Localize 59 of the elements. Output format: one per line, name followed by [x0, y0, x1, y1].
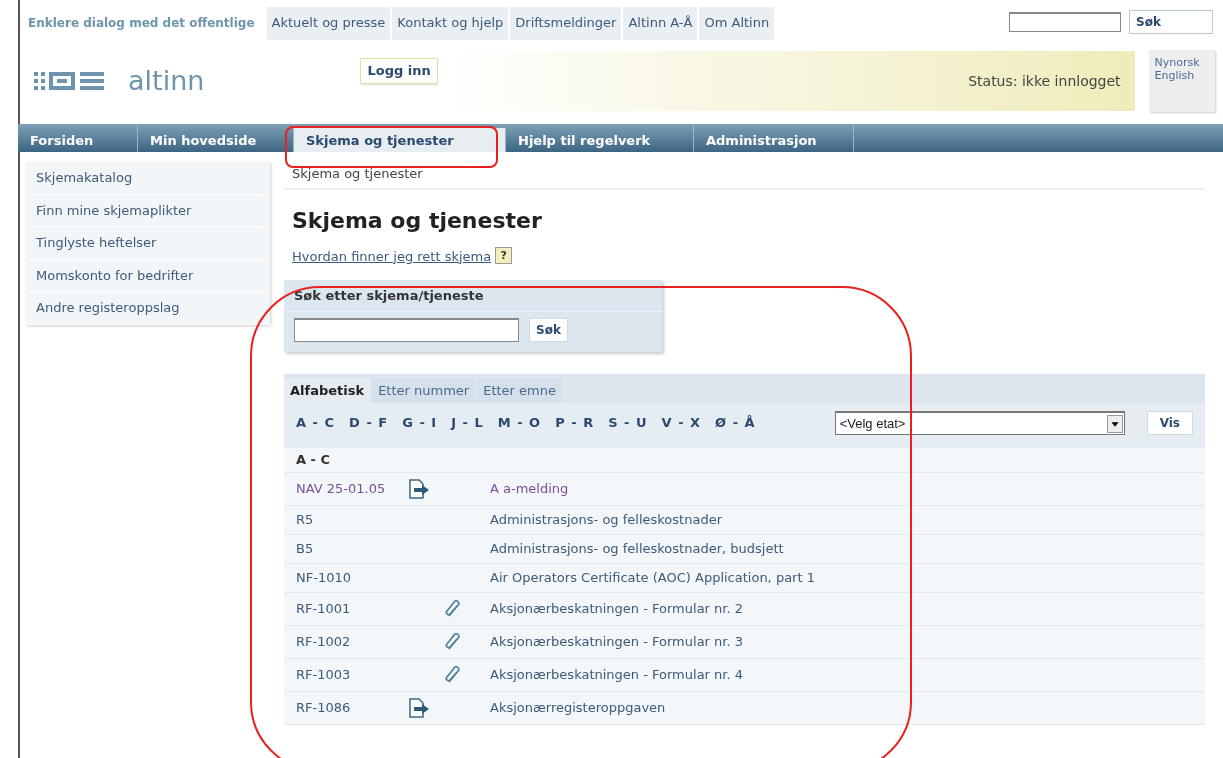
sidebar-item[interactable]: Momskonto for bedrifter [26, 259, 270, 292]
top-link[interactable]: Altinn A-Å [623, 6, 700, 40]
logo-text: altinn [128, 63, 205, 98]
letter-range-link[interactable]: P - R [555, 413, 595, 433]
help-icon[interactable]: ? [495, 246, 513, 264]
top-link[interactable]: Driftsmeldinger [510, 6, 624, 40]
help-link[interactable]: Hvordan finner jeg rett skjema [292, 248, 492, 264]
nav-tab[interactable]: Forsiden [18, 124, 138, 152]
form-code: NF-1010 [296, 568, 351, 587]
show-button[interactable]: Vis [1146, 411, 1193, 435]
tagline: Enklere dialog med det offentlige [27, 15, 256, 32]
page-heading: Skjema og tjenester [292, 206, 543, 235]
form-title-link[interactable]: Administrasjons- og felleskostnader, budsjett [490, 538, 784, 559]
letter-range-link[interactable]: V - X [661, 413, 702, 433]
search-button[interactable]: Søk [1129, 10, 1213, 34]
form-code: RF-1086 [296, 698, 351, 717]
letter-range-link[interactable]: M - O [497, 413, 542, 433]
form-title-link[interactable]: Administrasjons- og felleskostnader [490, 509, 722, 530]
form-title-link[interactable]: Aksjonærbeskatningen - Formular nr. 2 [490, 598, 743, 619]
top-link[interactable]: Om Altinn [699, 6, 777, 40]
search-field[interactable] [294, 317, 519, 342]
letter-range-link[interactable]: G - I [402, 413, 438, 433]
agency-dropdown[interactable]: <Velg etat> [834, 411, 1125, 435]
form-code: RF-1003 [296, 665, 351, 684]
form-title-link[interactable]: Air Operators Certificate (AOC) Application, part 1 [490, 567, 815, 588]
letter-range-link[interactable]: J - L [451, 413, 484, 433]
sidebar-item[interactable]: Skjemakatalog [26, 162, 270, 195]
tab[interactable]: Etter emne [477, 377, 562, 403]
nav-tab[interactable]: Hjelp til regelverk [506, 124, 694, 152]
sidebar-item[interactable]: Andre registeroppslag [26, 292, 270, 325]
top-link[interactable]: Aktuelt og presse [266, 6, 393, 40]
top-link[interactable]: Kontakt og hjelp [392, 6, 511, 40]
search-button[interactable]: Søk [529, 317, 568, 342]
panel-title: Søk etter skjema/tjeneste [284, 280, 662, 312]
group-heading: A - C [284, 448, 1205, 473]
nav-tab[interactable]: Skjema og tjenester [294, 128, 506, 152]
sidebar-item[interactable]: Tinglyste heftelser [26, 227, 270, 260]
nav-tab[interactable]: Administrasjon [694, 124, 854, 152]
letter-range-link[interactable]: D - F [349, 413, 389, 433]
sidebar-item[interactable]: Finn mine skjemaplikter [26, 194, 270, 227]
form-code: NAV 25-01.05 [296, 479, 386, 498]
form-title-link[interactable]: Aksjonærbeskatningen - Formular nr. 3 [490, 631, 743, 652]
form-code: B5 [296, 539, 314, 558]
search-field[interactable] [1009, 12, 1121, 32]
form-code: RF-1002 [296, 632, 351, 651]
language-link[interactable]: English [1154, 69, 1209, 83]
form-code: RF-1001 [296, 599, 351, 618]
login-button[interactable]: Logg inn [360, 58, 438, 84]
tab[interactable]: Alfabetisk [284, 377, 371, 403]
breadcrumb: Skjema og tjenester [284, 162, 1205, 190]
tab[interactable]: Etter nummer [372, 377, 476, 403]
form-title-link[interactable]: Aksjonærbeskatningen - Formular nr. 4 [490, 664, 743, 685]
form-title-link[interactable]: Aksjonærregisteroppgaven [490, 697, 666, 718]
form-title-link[interactable]: A a-melding [490, 478, 569, 499]
letter-range-link[interactable]: S - U [608, 413, 648, 433]
form-code: R5 [296, 510, 314, 529]
letter-range-link[interactable]: A - C [296, 413, 336, 433]
letter-range-link[interactable]: Ø - Å [715, 413, 756, 433]
language-link[interactable]: Nynorsk [1154, 56, 1209, 70]
